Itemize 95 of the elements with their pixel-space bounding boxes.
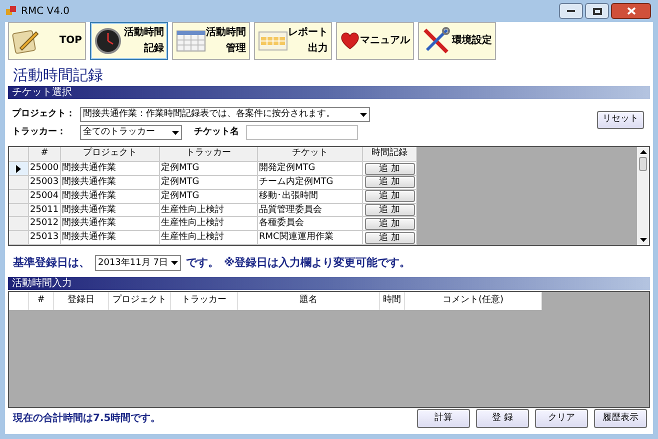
table-cell: 各種委員会 [258, 217, 363, 232]
action-button[interactable]: 計算 [417, 409, 470, 428]
app-icon [5, 5, 17, 17]
column-header: 時間 [380, 292, 405, 310]
table-cell: 生産性向上検討 [160, 217, 258, 232]
toolbar-button[interactable]: 環境設定 [418, 22, 496, 60]
dropdown-arrow-icon [172, 130, 179, 134]
table-cell: 間接共通作業 [61, 190, 160, 204]
table-cell: 開発定例MTG [258, 162, 363, 176]
spreadsheet-icon [258, 29, 288, 53]
page-title: 活動時間記録 [12, 65, 104, 86]
section-header: チケット選択 [8, 86, 650, 99]
base-date-suffix: です。 [186, 255, 219, 271]
row-header-corner [9, 147, 29, 162]
dropdown-arrow-icon [171, 261, 178, 266]
column-header: # [29, 147, 61, 162]
table-cell: 25011 [29, 204, 61, 218]
column-header: 題名 [238, 292, 380, 310]
row-header-corner [9, 292, 29, 310]
table-cell: 25004 [29, 190, 61, 204]
table-cell: 生産性向上検討 [160, 204, 258, 218]
tracker-label: トラッカー： [12, 126, 67, 139]
column-header: プロジェクト [109, 292, 171, 310]
column-header: 時間記録 [363, 147, 417, 162]
column-header: # [29, 292, 54, 310]
scroll-up-arrow-icon [640, 150, 646, 154]
action-button[interactable]: 登 録 [476, 409, 529, 428]
table-cell: 間接共通作業 [61, 217, 160, 232]
toolbar-label: レポート 出力 [288, 26, 328, 56]
toolbar-button[interactable]: TOP [8, 22, 86, 60]
toolbar-label: マニュアル [360, 34, 410, 48]
vertical-scrollbar[interactable] [637, 147, 649, 245]
tracker-dropdown[interactable]: 全てのトラッカー [80, 125, 182, 140]
table-cell: チーム内定例MTG [258, 176, 363, 190]
ticket-name-field[interactable] [246, 125, 358, 140]
clock-icon [94, 27, 122, 55]
add-button[interactable]: 追 加 [364, 176, 414, 188]
section-header: 活動時間入力 [8, 276, 650, 290]
close-icon [626, 7, 636, 15]
dropdown-arrow-icon [360, 112, 367, 116]
table-cell: 定例MTG [160, 162, 258, 176]
table-cell: 定例MTG [160, 176, 258, 190]
toolbar-label: 活動時間 管理 [206, 26, 246, 56]
column-header: トラッカー [160, 147, 258, 162]
table-cell: 25013 [29, 231, 61, 245]
date-change-note: ※登録日は入力欄より変更可能です。 [224, 255, 411, 271]
table-cell: RMC関連運用作業 [258, 231, 363, 245]
toolbar-button[interactable]: 活動時間 管理 [172, 22, 250, 60]
table-cell: 生産性向上検討 [160, 231, 258, 245]
add-button[interactable]: 追 加 [364, 162, 414, 175]
minimize-button[interactable] [559, 3, 583, 19]
toolbar-label: 活動時間 記録 [124, 26, 164, 56]
table-cell: 品質管理委員会 [258, 204, 363, 218]
reset-button[interactable]: リセット [597, 111, 644, 129]
column-header: トラッカー [171, 292, 238, 310]
table-cell: 移動･出張時間 [258, 190, 363, 204]
add-button[interactable]: 追 加 [364, 232, 414, 244]
table-cell: 間接共通作業 [61, 204, 160, 218]
toolbar-button[interactable]: マニュアル [336, 22, 414, 60]
tools-icon [422, 27, 450, 55]
column-header: 登録日 [54, 292, 109, 310]
table-cell: 間接共通作業 [61, 231, 160, 245]
action-button[interactable]: クリア [535, 409, 588, 428]
toolbar-label: TOP [59, 34, 82, 48]
total-time-text: 現在の合計時間は7.5時間です。 [13, 412, 161, 426]
toolbar-label: 環境設定 [452, 33, 492, 48]
add-button[interactable]: 追 加 [364, 218, 414, 230]
table-cell: 間接共通作業 [61, 162, 160, 176]
calendar-icon [176, 29, 206, 53]
current-row-arrow-icon [16, 164, 21, 173]
row-header[interactable] [9, 162, 29, 176]
add-button[interactable]: 追 加 [364, 190, 414, 202]
column-header: コメント(任意) [405, 292, 542, 310]
notepad-pencil-icon [12, 28, 40, 54]
scroll-down-arrow-icon [640, 238, 646, 242]
table-cell: 間接共通作業 [61, 176, 160, 190]
table-cell: 定例MTG [160, 190, 258, 204]
action-button[interactable]: 履歴表示 [594, 409, 647, 428]
toolbar-button[interactable]: 活動時間 記録 [90, 22, 168, 60]
table-cell: 25000 [29, 162, 61, 176]
toolbar-button[interactable]: レポート 出力 [254, 22, 332, 60]
base-date-label: 基準登録日は、 [13, 255, 90, 271]
ticket-name-label: チケット名 [194, 126, 240, 139]
scrollbar-thumb[interactable] [639, 157, 647, 171]
column-header: プロジェクト [61, 147, 160, 162]
date-picker[interactable]: 2013年11月 7日 [95, 255, 181, 272]
window-title: RMC V4.0 [21, 4, 70, 18]
column-header: チケット [258, 147, 363, 162]
add-button[interactable]: 追 加 [364, 204, 414, 216]
project-dropdown[interactable]: 間接共通作業：作業時間記録表では、各案件に按分されます。 [80, 107, 370, 122]
table-cell: 25012 [29, 217, 61, 232]
close-button[interactable] [611, 3, 651, 19]
table-cell: 25003 [29, 176, 61, 190]
maximize-button[interactable] [585, 3, 609, 19]
project-label: プロジェクト： [12, 108, 76, 121]
